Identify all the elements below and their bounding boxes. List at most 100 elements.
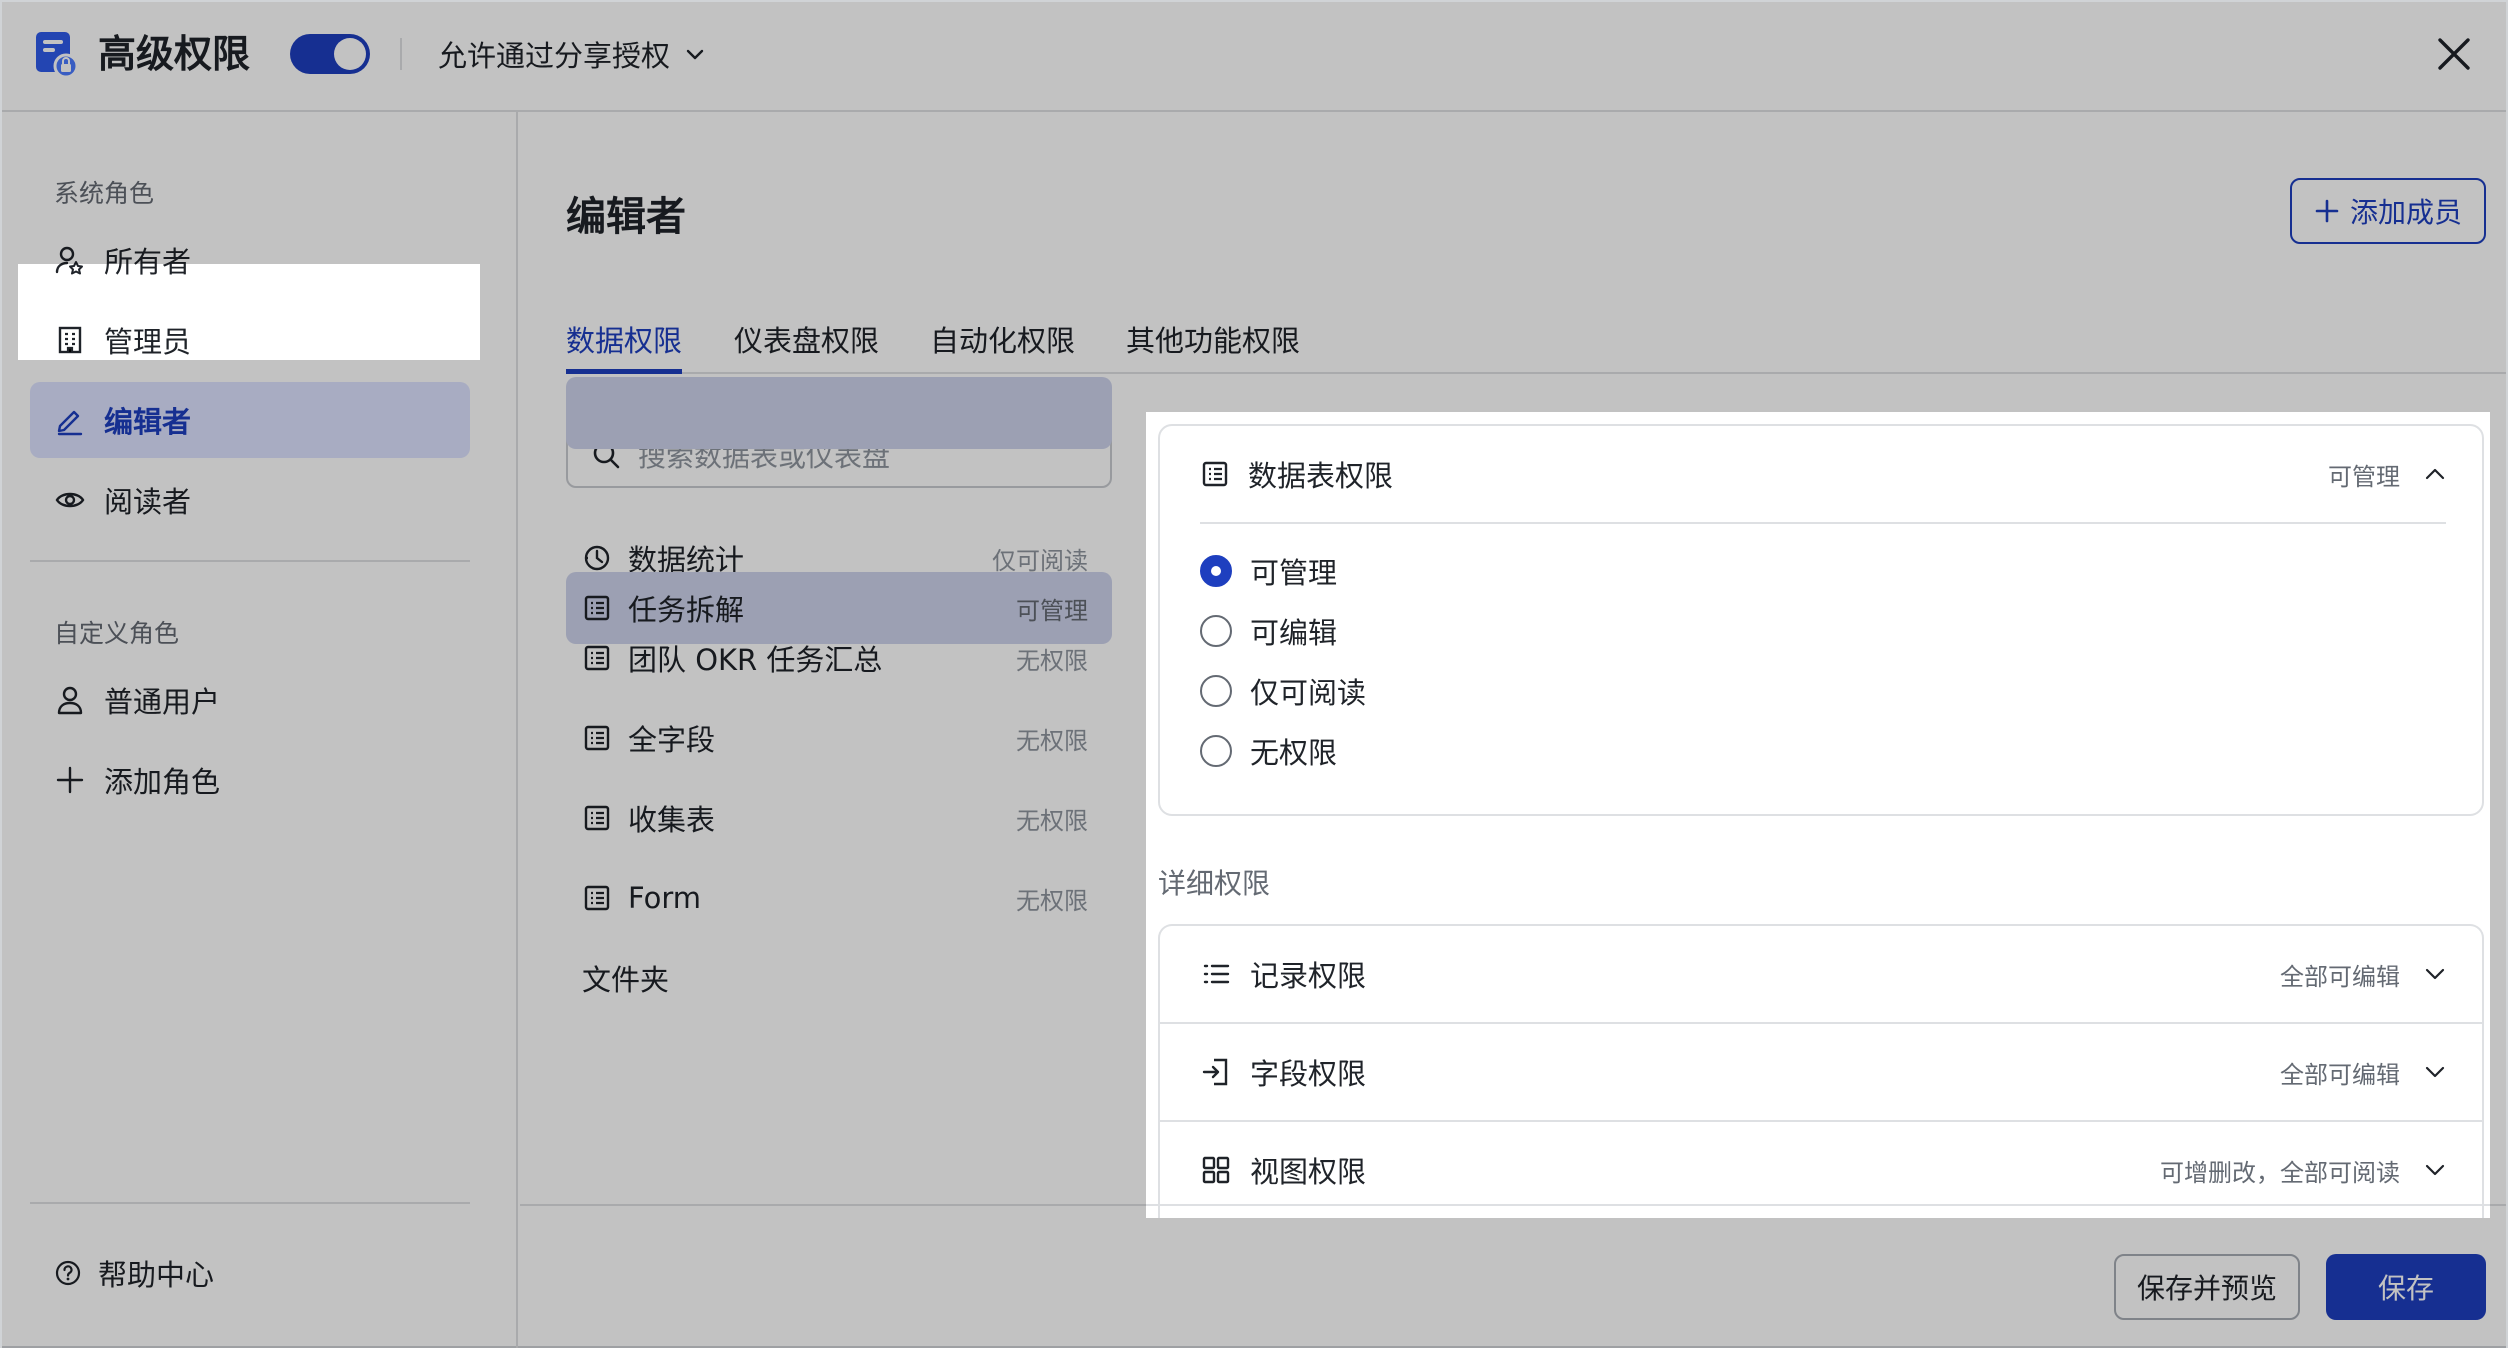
table-permission: 无权限 xyxy=(1016,886,1088,915)
sidebar-item-normal-user[interactable]: 普通用户 xyxy=(30,662,470,738)
tab-dashboard-permission[interactable]: 仪表盘权限 xyxy=(734,308,879,374)
radio-label: 可管理 xyxy=(1250,556,1338,590)
tab-other-permission[interactable]: 其他功能权限 xyxy=(1126,308,1300,374)
page-title: 编辑者 xyxy=(566,194,686,240)
close-icon[interactable] xyxy=(2432,32,2476,76)
add-member-label: 添加成员 xyxy=(2349,196,2462,229)
role-sidebar: 系统角色 所有者 管理员 编辑者 阅读者 自定义角色 普通用户 添加角色 帮助中… xyxy=(2,112,518,1348)
main-content: 编辑者 添加成员 数据权限 仪表盘权限 自动化权限 其他功能权限 搜索数据表或仪… xyxy=(520,112,2506,1348)
permission-tabs: 数据权限 仪表盘权限 自动化权限 其他功能权限 xyxy=(566,308,2506,374)
question-circle-icon xyxy=(55,1260,81,1286)
share-authorization-label: 允许通过分享授权 xyxy=(438,39,671,73)
help-center-link[interactable]: 帮助中心 xyxy=(54,1252,214,1294)
table-permission: 无权限 xyxy=(1016,726,1088,755)
add-member-button[interactable]: 添加成员 xyxy=(2290,178,2486,244)
advanced-permission-logo-icon xyxy=(36,32,79,78)
table-permission: 无权限 xyxy=(1016,646,1088,675)
sidebar-item-editor[interactable]: 编辑者 xyxy=(30,382,470,458)
list-item-form[interactable]: Form 无权限 xyxy=(566,862,1112,934)
detail-title: 视图权限 xyxy=(1250,1155,1367,1189)
table-icon xyxy=(584,885,610,911)
sidebar-divider xyxy=(30,560,470,562)
chevron-up-icon xyxy=(2425,468,2445,480)
list-item-team-okr[interactable]: 团队 OKR 任务汇总 无权限 xyxy=(566,622,1112,694)
radio-button xyxy=(1200,675,1232,707)
sidebar-item-label: 添加角色 xyxy=(104,765,221,799)
table-icon xyxy=(584,805,610,831)
radio-button xyxy=(1200,735,1232,767)
list-item-collection-form[interactable]: 收集表 无权限 xyxy=(566,782,1112,854)
sidebar-item-label: 阅读者 xyxy=(104,485,192,519)
tab-automation-permission[interactable]: 自动化权限 xyxy=(930,308,1075,374)
sidebar-item-add-role[interactable]: 添加角色 xyxy=(30,742,470,818)
system-roles-label: 系统角色 xyxy=(54,179,155,208)
grid-icon xyxy=(1202,1156,1230,1184)
detail-permission-label: 详细权限 xyxy=(1158,867,1271,900)
add-member-highlight: 添加成员 xyxy=(2282,170,2494,258)
footer-divider xyxy=(520,1204,2506,1206)
radio-edit[interactable]: 可编辑 xyxy=(1200,606,1337,656)
save-button[interactable]: 保存 xyxy=(2326,1254,2486,1320)
table-name: 全字段 xyxy=(628,723,716,757)
list-icon xyxy=(1203,964,1230,984)
list-item-all-fields[interactable]: 全字段 无权限 xyxy=(566,702,1112,774)
table-name: 团队 OKR 任务汇总 xyxy=(628,643,883,677)
detail-permission-card: 记录权限 全部可编辑 字段权限 全部可编辑 视图权限 可增删改，全部可阅读 xyxy=(1158,924,2484,1218)
user-icon xyxy=(57,686,83,715)
radio-manage[interactable]: 可管理 xyxy=(1200,546,1337,596)
owner-icon xyxy=(55,246,83,275)
sidebar-divider xyxy=(30,1202,470,1204)
list-item-task-breakdown[interactable] xyxy=(566,377,1112,449)
advanced-permission-toggle[interactable] xyxy=(290,34,370,74)
dashboard-icon xyxy=(584,545,610,571)
folder-label: 文件夹 xyxy=(582,963,670,997)
help-center-label: 帮助中心 xyxy=(98,1258,215,1292)
table-icon xyxy=(584,645,610,671)
table-permission: 可管理 xyxy=(1016,596,1088,625)
eye-icon xyxy=(55,492,85,508)
field-permission-row[interactable]: 字段权限 全部可编辑 xyxy=(1160,1024,2482,1120)
sidebar-item-label: 管理员 xyxy=(104,325,192,359)
share-authorization-dropdown[interactable]: 允许通过分享授权 xyxy=(438,30,706,78)
detail-value: 可增删改，全部可阅读 xyxy=(2160,1158,2400,1187)
table-permission-header[interactable]: 数据表权限 可管理 xyxy=(1160,426,2482,522)
plus-icon xyxy=(56,766,84,794)
chevron-down-icon xyxy=(2425,968,2445,980)
sidebar-item-owner[interactable]: 所有者 xyxy=(30,222,470,298)
field-icon xyxy=(1202,1058,1228,1086)
radio-label: 无权限 xyxy=(1250,736,1338,770)
radio-read-only[interactable]: 仅可阅读 xyxy=(1200,666,1366,716)
radio-no-permission[interactable]: 无权限 xyxy=(1200,726,1337,776)
table-icon xyxy=(1202,461,1228,487)
table-permission-title: 数据表权限 xyxy=(1248,459,1394,493)
chevron-down-icon xyxy=(2425,1066,2445,1078)
detail-value: 全部可编辑 xyxy=(2280,962,2400,991)
chevron-down-icon xyxy=(2425,1164,2445,1176)
radio-button xyxy=(1200,555,1232,587)
table-permission-current: 可管理 xyxy=(2328,462,2400,491)
dialog-title: 高级权限 xyxy=(98,32,251,76)
radio-button xyxy=(1200,615,1232,647)
radio-label: 可编辑 xyxy=(1250,616,1338,650)
table-permission-card: 数据表权限 可管理 可管理 可编辑 仅可阅读 无权限 xyxy=(1158,424,2484,816)
radio-label: 仅可阅读 xyxy=(1250,676,1367,710)
plus-icon xyxy=(2315,199,2339,223)
permission-panel: 数据表权限 可管理 可管理 可编辑 仅可阅读 无权限 详细权限 记录权限 全部可… xyxy=(1146,412,2490,1218)
sidebar-item-label: 编辑者 xyxy=(104,405,192,439)
advanced-permissions-dialog: 高级权限 允许通过分享授权 系统角色 所有者 管理员 编辑者 阅读者 自定义角色 xyxy=(0,0,2508,1348)
toggle-knob xyxy=(334,38,366,70)
sidebar-item-reader[interactable]: 阅读者 xyxy=(30,462,470,538)
table-permission: 仅可阅读 xyxy=(992,546,1088,575)
tab-data-permission[interactable]: 数据权限 xyxy=(566,308,683,374)
list-item-folder[interactable]: 文件夹 xyxy=(566,942,1112,1014)
table-name: Form xyxy=(628,881,702,915)
chevron-down-icon xyxy=(686,49,704,60)
table-name: 收集表 xyxy=(628,803,716,837)
record-permission-row[interactable]: 记录权限 全部可编辑 xyxy=(1160,926,2482,1022)
custom-roles-label: 自定义角色 xyxy=(54,619,180,648)
table-icon xyxy=(584,595,610,621)
dialog-header: 高级权限 允许通过分享授权 xyxy=(2,2,2506,112)
sidebar-item-admin[interactable]: 管理员 xyxy=(30,302,470,378)
save-and-preview-button[interactable]: 保存并预览 xyxy=(2114,1254,2300,1320)
sidebar-item-label: 所有者 xyxy=(104,245,192,279)
